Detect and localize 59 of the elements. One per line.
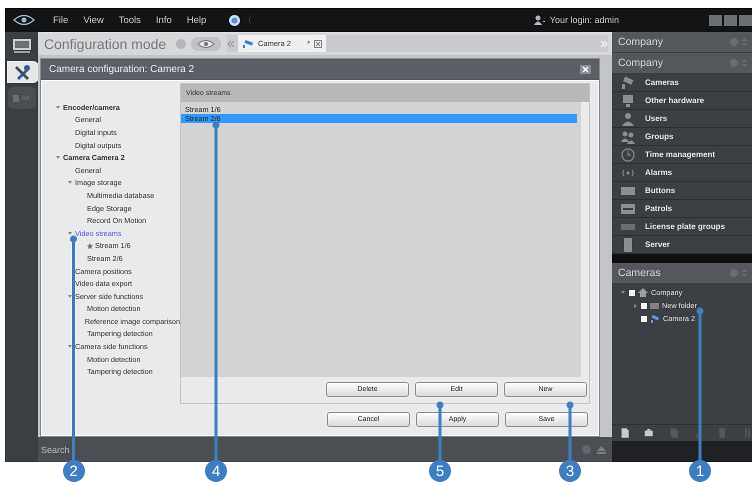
expand-icon[interactable]: [621, 291, 625, 294]
house-icon: [638, 288, 648, 297]
menu-item[interactable]: Tools: [118, 14, 141, 26]
nav-item[interactable]: Patrols: [612, 200, 752, 218]
nav-item[interactable]: Users: [612, 110, 752, 128]
nav-item[interactable]: Buttons: [612, 182, 752, 200]
callout-line: [436, 402, 444, 462]
expand-icon[interactable]: [56, 106, 60, 109]
camera-icon: [242, 40, 254, 48]
nav-item[interactable]: Cameras: [612, 74, 752, 92]
nav-item[interactable]: License plate groups: [612, 218, 752, 236]
monitor-icon: [620, 92, 636, 108]
eye-logo-icon: [13, 14, 35, 26]
search-panel-title[interactable]: Search: [41, 444, 70, 454]
page-icon: [13, 94, 20, 102]
scroll-right-icon[interactable]: [600, 40, 608, 46]
login-label: Your login: admin: [550, 15, 619, 25]
expand-icon[interactable]: [56, 156, 60, 160]
rail-button[interactable]: [6, 61, 38, 83]
moon-icon[interactable]: [246, 14, 254, 26]
sun-icon[interactable]: [228, 14, 242, 26]
nav-item[interactable]: Alarms: [612, 164, 752, 182]
expand-icon[interactable]: [68, 294, 72, 298]
view-button[interactable]: [191, 36, 221, 50]
mode-title: Configuration mode: [44, 36, 168, 52]
menu-item[interactable]: Info: [156, 14, 172, 26]
scroll-left-icon[interactable]: [227, 40, 235, 46]
tools-icon: [14, 63, 32, 81]
user-icon: [620, 110, 636, 126]
eye-icon: [197, 40, 215, 48]
expand-icon[interactable]: [68, 181, 72, 184]
nav-item[interactable]: Other hardware: [612, 92, 752, 110]
nav-item[interactable]: Server: [612, 236, 752, 254]
nav-item[interactable]: Groups: [612, 128, 752, 146]
callout-badge: 5: [429, 460, 451, 482]
callout-badge: 3: [559, 460, 581, 482]
folder-icon: [650, 302, 659, 309]
checkbox[interactable]: [629, 290, 635, 296]
camera-icon: [620, 74, 636, 90]
checkbox[interactable]: [641, 316, 647, 322]
monitor-icon: [12, 38, 32, 54]
menu-item[interactable]: View: [83, 14, 104, 26]
users-icon: [620, 128, 636, 144]
camera-icon: [650, 314, 660, 322]
dialog-title: Camera configuration: Camera 2: [49, 64, 196, 75]
callout-line: [566, 402, 574, 462]
clock-icon: [620, 146, 636, 162]
checkbox[interactable]: [641, 302, 647, 308]
expand-icon[interactable]: [634, 304, 636, 308]
callout-badge: 1: [689, 460, 711, 482]
nav-item[interactable]: Time management: [612, 146, 752, 164]
menu-item[interactable]: Help: [186, 14, 206, 26]
eject-icon[interactable]: [597, 446, 606, 454]
callout-badge: 2: [62, 460, 84, 482]
callout-badge: 4: [205, 460, 227, 482]
expand-icon[interactable]: [68, 345, 72, 348]
user-icon[interactable]: [534, 15, 545, 25]
page-icon[interactable]: [620, 426, 630, 440]
menu-item[interactable]: File: [53, 14, 68, 26]
